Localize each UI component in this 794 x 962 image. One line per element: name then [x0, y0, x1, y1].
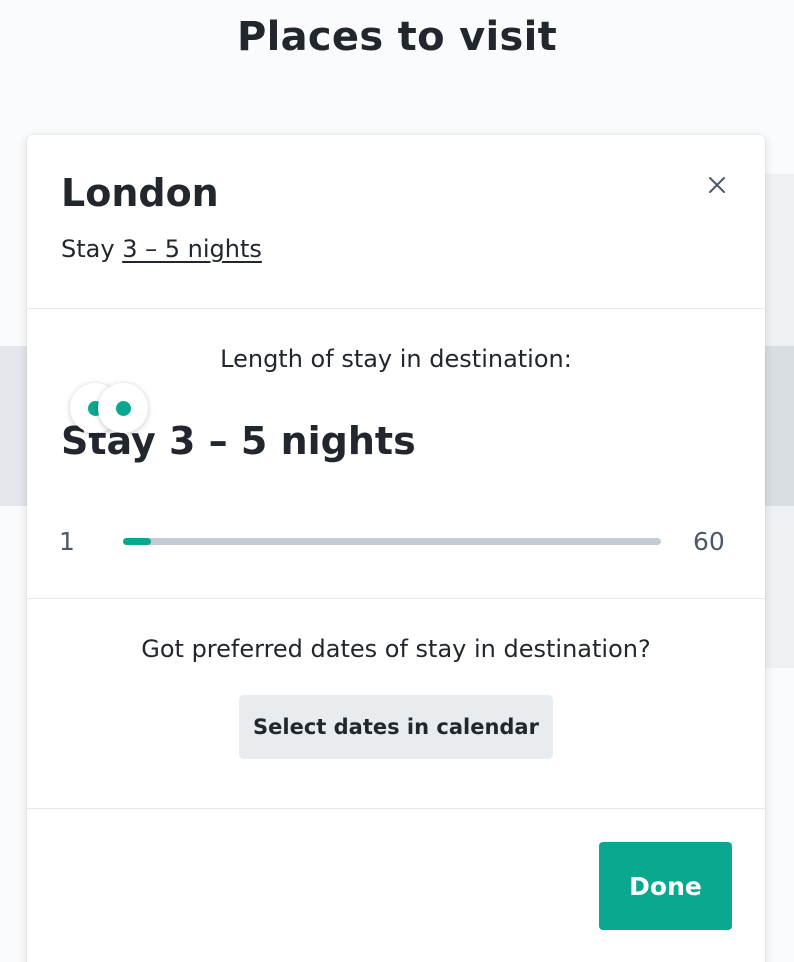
slider-max-thumb-dot [115, 400, 131, 416]
slider-min-label: 1 [59, 527, 75, 556]
slider-max-label: 60 [693, 527, 725, 556]
stay-summary-prefix: Stay [61, 235, 115, 263]
slider-track[interactable] [123, 538, 661, 545]
modal-title: London [61, 171, 219, 215]
done-button[interactable]: Done [599, 842, 732, 930]
page: Places to visit London Stay 3 – 5 nights… [0, 0, 794, 962]
preferred-dates-question: Got preferred dates of stay in destinati… [141, 635, 651, 663]
stay-length-modal: London Stay 3 – 5 nights Length of stay … [27, 135, 765, 962]
slider-selected-range [123, 538, 151, 545]
modal-footer: Done [27, 809, 765, 962]
close-button[interactable] [703, 171, 731, 199]
length-of-stay-label: Length of stay in destination: [220, 345, 572, 373]
stay-summary: Stay 3 – 5 nights [61, 235, 262, 263]
preferred-dates-section: Got preferred dates of stay in destinati… [27, 599, 765, 809]
select-dates-button[interactable]: Select dates in calendar [239, 695, 553, 759]
stay-summary-range[interactable]: 3 – 5 nights [122, 235, 262, 263]
modal-header: London Stay 3 – 5 nights [27, 135, 765, 309]
close-icon [709, 177, 725, 193]
slider-max-thumb[interactable] [98, 383, 148, 433]
page-title: Places to visit [236, 14, 558, 60]
stay-length-section: Length of stay in destination: Stay 3 – … [27, 309, 765, 599]
